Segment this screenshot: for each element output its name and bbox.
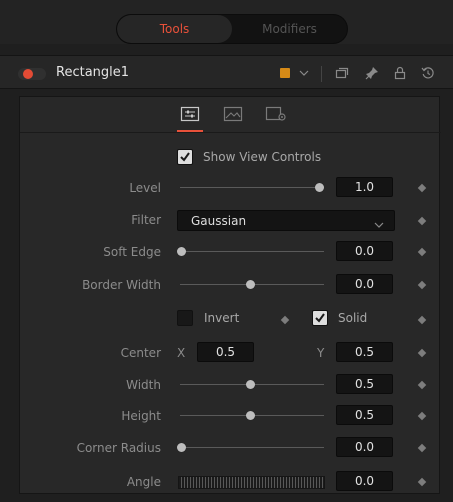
soft-edge-keyframe-icon[interactable] xyxy=(417,247,427,257)
level-slider-handle[interactable] xyxy=(315,183,324,192)
corner-radius-slider-handle[interactable] xyxy=(177,443,186,452)
invert-label: Invert xyxy=(204,311,240,325)
tools-modifiers-switch: Tools Modifiers xyxy=(116,14,348,44)
center-y-field[interactable]: 0.5 xyxy=(336,342,393,362)
tool-header: Rectangle1 xyxy=(0,55,453,89)
tool-enable-toggle[interactable] xyxy=(18,68,46,80)
center-label: Center xyxy=(120,346,161,360)
width-label: Width xyxy=(126,378,161,392)
solid-checkbox[interactable] xyxy=(312,310,328,326)
lock-icon[interactable] xyxy=(392,64,408,82)
border-width-field[interactable]: 0.0 xyxy=(336,274,393,294)
height-label: Height xyxy=(121,409,161,423)
filter-value: Gaussian xyxy=(191,214,247,228)
active-tab-indicator xyxy=(177,130,203,132)
solid-label: Solid xyxy=(338,311,368,325)
header-divider xyxy=(321,66,322,82)
invert-checkbox[interactable] xyxy=(177,310,193,326)
height-field[interactable]: 0.5 xyxy=(336,405,393,425)
solid-keyframe-icon[interactable] xyxy=(417,315,427,325)
image-tab-icon[interactable] xyxy=(222,105,244,123)
angle-keyframe-icon[interactable] xyxy=(417,477,427,487)
tool-title: Rectangle1 xyxy=(56,65,130,80)
soft-edge-slider-handle[interactable] xyxy=(177,247,186,256)
center-y-label: Y xyxy=(317,346,325,360)
center-keyframe-icon[interactable] xyxy=(417,348,427,358)
center-x-field[interactable]: 0.5 xyxy=(197,342,254,362)
inspector-tabs xyxy=(20,97,441,133)
level-label: Level xyxy=(129,181,161,195)
toggle-dot xyxy=(23,69,33,79)
border-width-label: Border Width xyxy=(82,278,161,292)
corner-radius-keyframe-icon[interactable] xyxy=(417,443,427,453)
width-slider-handle[interactable] xyxy=(246,380,255,389)
width-keyframe-icon[interactable] xyxy=(417,380,427,390)
soft-edge-field[interactable]: 0.0 xyxy=(336,241,393,261)
controls-tab-icon[interactable] xyxy=(179,105,201,123)
corner-radius-slider-track[interactable] xyxy=(180,447,324,448)
show-view-controls-label: Show View Controls xyxy=(203,150,322,164)
width-field[interactable]: 0.5 xyxy=(336,374,393,394)
angle-thumbwheel[interactable] xyxy=(178,476,325,489)
versions-icon[interactable] xyxy=(334,64,350,82)
height-keyframe-icon[interactable] xyxy=(417,411,427,421)
settings-tab-icon[interactable] xyxy=(265,105,287,123)
chevron-down-icon xyxy=(374,215,384,234)
invert-keyframe-icon[interactable] xyxy=(280,315,290,325)
level-slider-track[interactable] xyxy=(180,187,324,188)
level-keyframe-icon[interactable] xyxy=(417,183,427,193)
filter-keyframe-icon[interactable] xyxy=(417,216,427,226)
pin-icon[interactable] xyxy=(364,64,380,82)
color-swatch[interactable] xyxy=(280,68,290,78)
filter-label: Filter xyxy=(131,213,161,227)
border-width-keyframe-icon[interactable] xyxy=(417,280,427,290)
corner-radius-field[interactable]: 0.0 xyxy=(336,437,393,457)
tab-tools[interactable]: Tools xyxy=(117,15,232,43)
reset-icon[interactable] xyxy=(420,64,436,82)
soft-edge-label: Soft Edge xyxy=(103,245,161,259)
tab-modifiers[interactable]: Modifiers xyxy=(232,15,347,43)
angle-field[interactable]: 0.0 xyxy=(336,471,393,491)
corner-radius-label: Corner Radius xyxy=(76,441,161,455)
level-field[interactable]: 1.0 xyxy=(336,177,393,197)
top-tab-strip: Tools Modifiers xyxy=(0,0,453,44)
filter-dropdown[interactable]: Gaussian xyxy=(177,210,395,231)
inspector-panel: Show View Controls Level 1.0 Filter Gaus… xyxy=(19,96,441,494)
border-width-slider-handle[interactable] xyxy=(246,280,255,289)
color-chevron-icon[interactable] xyxy=(296,64,312,82)
center-x-label: X xyxy=(177,346,186,360)
show-view-controls-checkbox[interactable] xyxy=(177,149,193,165)
height-slider-handle[interactable] xyxy=(246,411,255,420)
angle-label: Angle xyxy=(126,475,161,489)
soft-edge-slider-track[interactable] xyxy=(180,251,324,252)
